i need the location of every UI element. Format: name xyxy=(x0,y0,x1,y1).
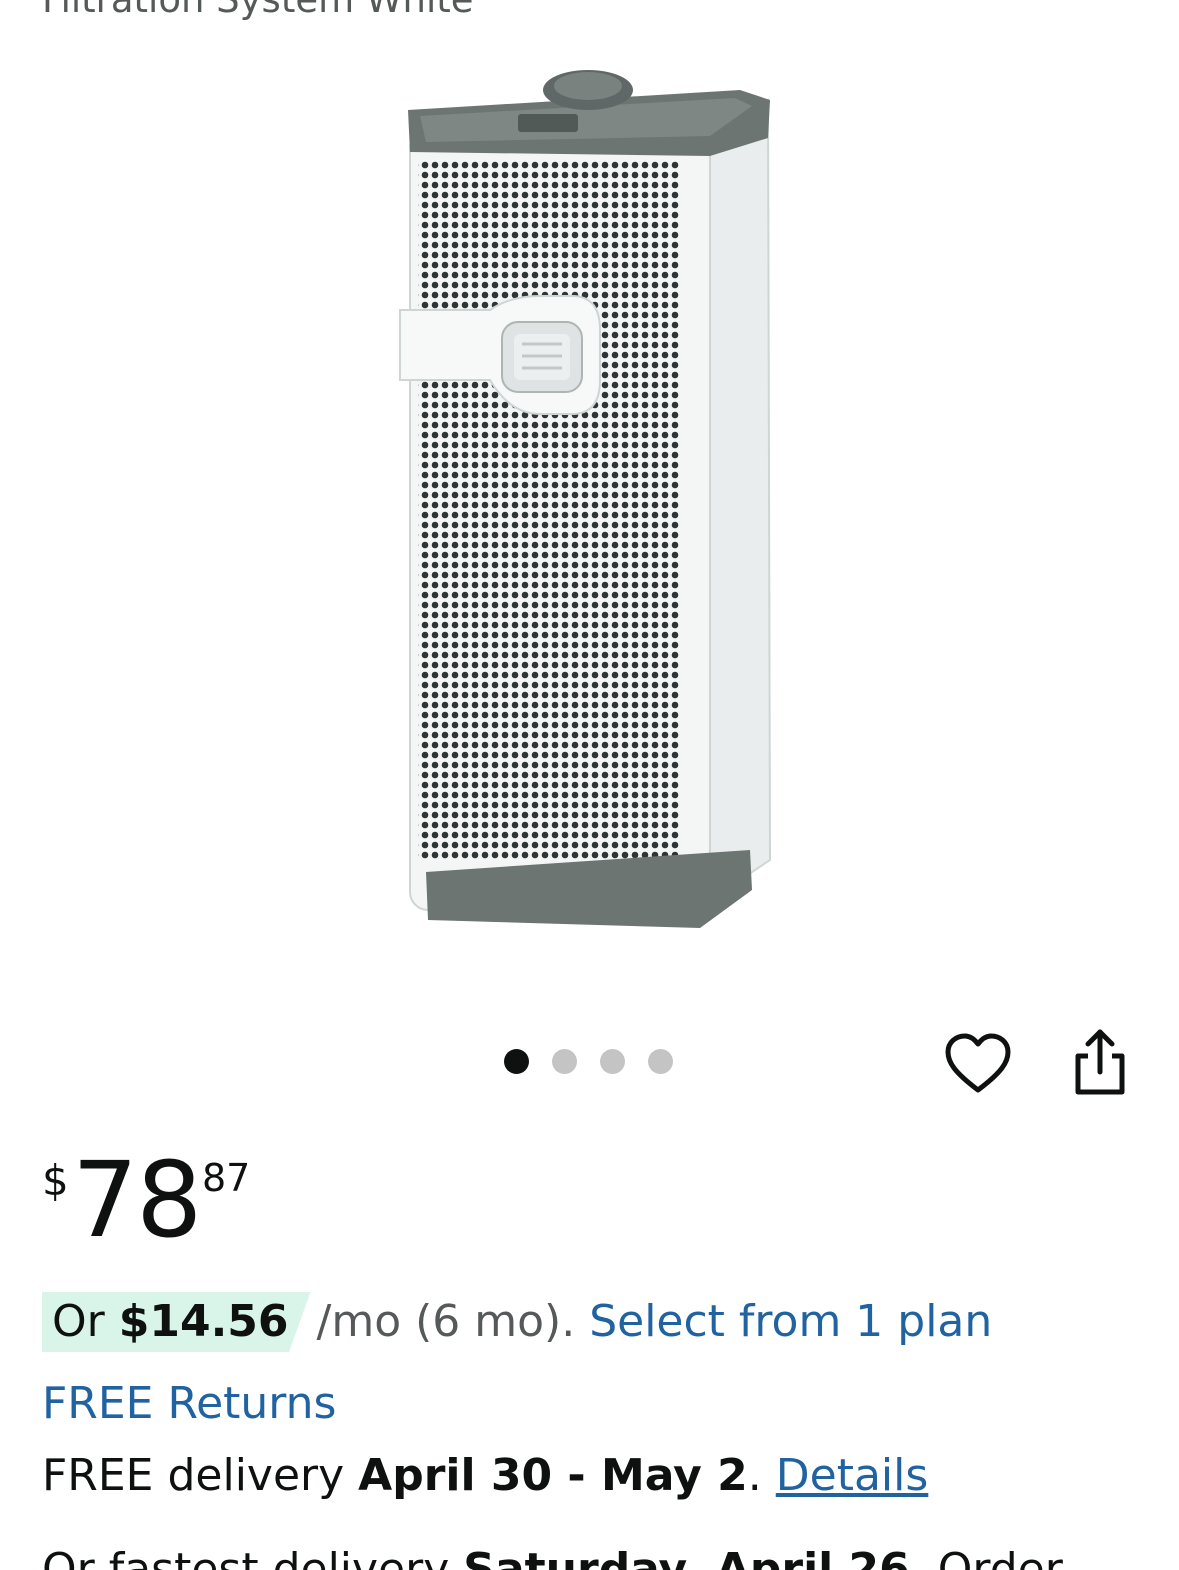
share-icon[interactable] xyxy=(1068,1026,1132,1098)
pagination-dot[interactable] xyxy=(648,1049,673,1074)
delivery-dates: April 30 - May 2 xyxy=(358,1450,748,1501)
product-title: Filtration System White xyxy=(42,0,474,21)
delivery-prefix: FREE delivery xyxy=(42,1450,359,1501)
delivery-details-link[interactable]: Details xyxy=(776,1450,929,1501)
pagination-dot[interactable] xyxy=(600,1049,625,1074)
price-fraction: 87 xyxy=(202,1156,251,1200)
pagination-dot[interactable] xyxy=(504,1049,529,1074)
price-currency: $ xyxy=(42,1156,69,1205)
installment-prefix: Or xyxy=(52,1296,119,1347)
fastest-delivery-info: Or fastest delivery Saturday, April 26. … xyxy=(42,1544,1063,1570)
select-plan-link[interactable]: Select from 1 plan xyxy=(589,1296,992,1347)
pagination-dot[interactable] xyxy=(552,1049,577,1074)
product-page: Filtration System White xyxy=(0,0,1179,1570)
installment-terms: /mo (6 mo). xyxy=(316,1296,576,1347)
image-pagination[interactable] xyxy=(504,1049,673,1074)
delivery-info: FREE delivery April 30 - May 2. Details xyxy=(42,1450,928,1501)
installment-amount: $14.56 xyxy=(118,1296,289,1347)
fastest-delivery-date: Saturday, April 26 xyxy=(463,1544,910,1570)
heart-icon[interactable] xyxy=(944,1032,1012,1096)
installment-offer: Or $14.56/mo (6 mo). Select from 1 plan xyxy=(42,1292,992,1352)
installment-highlight: Or $14.56 xyxy=(42,1292,311,1352)
free-returns-link[interactable]: FREE Returns xyxy=(42,1378,336,1429)
delivery-period: . xyxy=(747,1450,776,1501)
fastest-delivery-suffix: . Order xyxy=(909,1544,1063,1570)
fastest-delivery-prefix: Or fastest delivery xyxy=(42,1544,464,1570)
price-whole: 78 xyxy=(72,1139,202,1261)
product-image[interactable] xyxy=(380,60,800,940)
